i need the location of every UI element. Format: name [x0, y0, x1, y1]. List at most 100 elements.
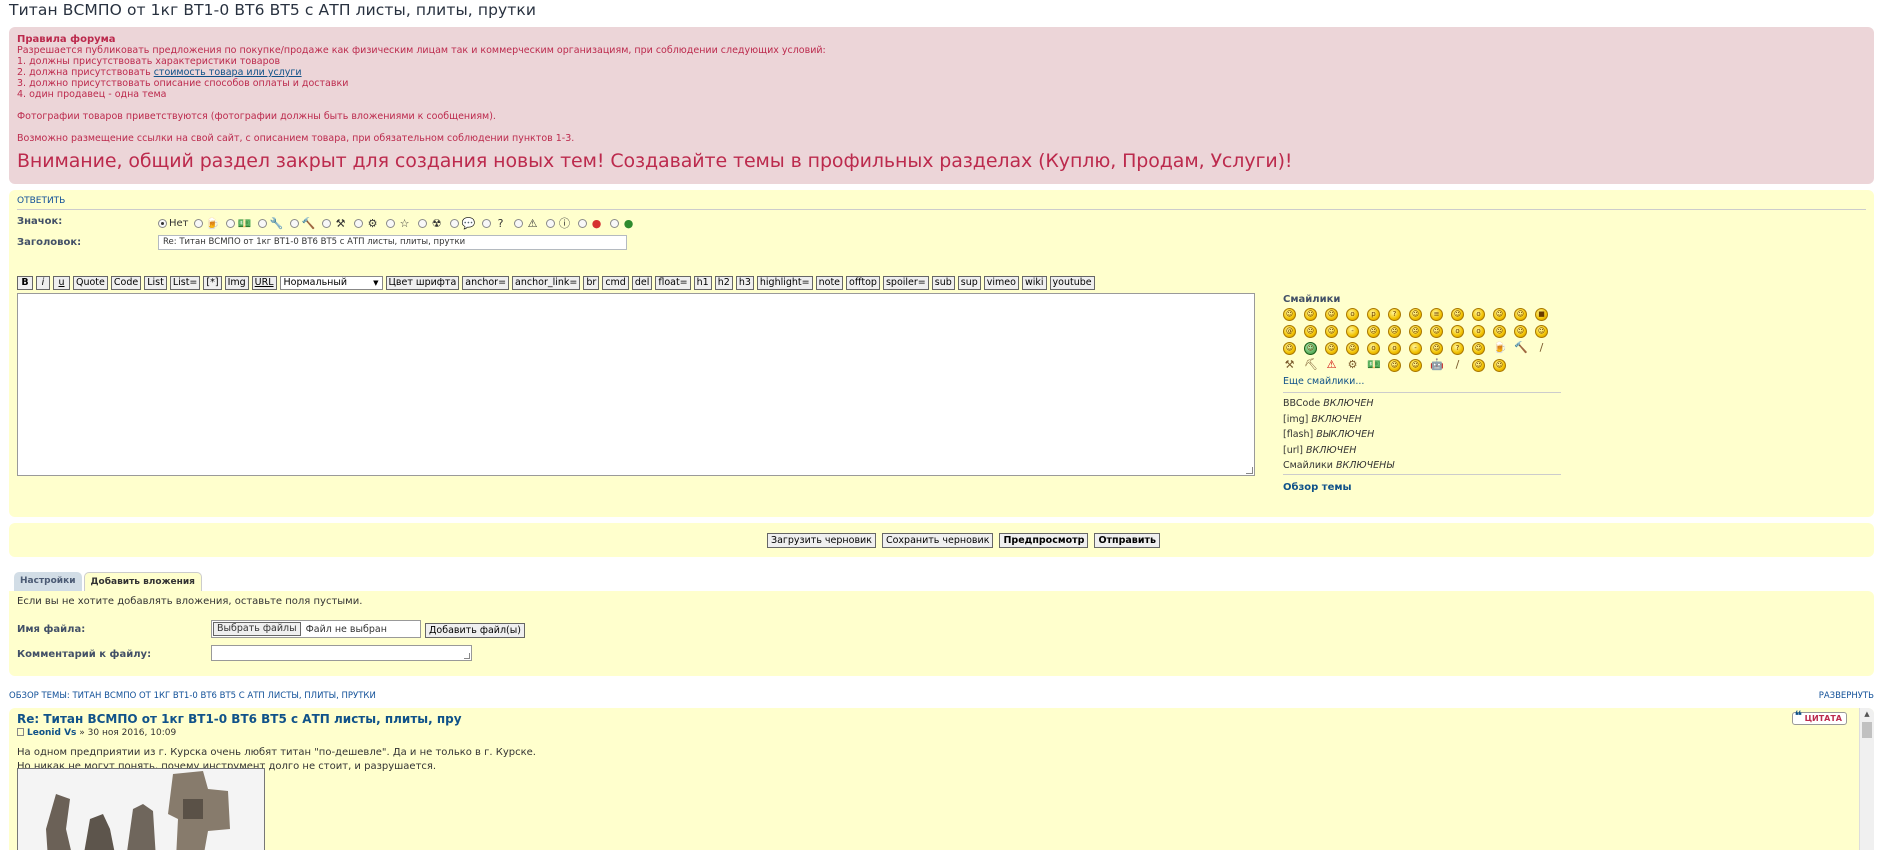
- icon-radio-1[interactable]: [193, 218, 203, 228]
- angry-icon[interactable]: ☹: [1493, 325, 1506, 338]
- h2-button[interactable]: h2: [714, 275, 733, 290]
- h1-button[interactable]: h1: [693, 275, 712, 290]
- anchor-link-button[interactable]: anchor_link=: [512, 275, 581, 290]
- tab-settings[interactable]: Настройки: [14, 572, 82, 591]
- devil-icon[interactable]: ☺: [1535, 325, 1548, 338]
- smile-icon[interactable]: ☺: [1283, 308, 1296, 321]
- subject-input[interactable]: Re: Титан ВСМПО от 1кг ВТ1-0 ВТ6 ВТ5 с А…: [158, 235, 627, 250]
- robot-icon[interactable]: 🤖: [1430, 359, 1444, 372]
- youtube-button[interactable]: youtube: [1049, 275, 1095, 290]
- italic-button[interactable]: i: [36, 275, 50, 290]
- wrench-smile-icon[interactable]: ☺: [1409, 359, 1422, 372]
- br-button[interactable]: br: [583, 275, 600, 290]
- warning-sign-icon[interactable]: ⚠: [1325, 359, 1338, 372]
- dizzy-icon[interactable]: @: [1283, 325, 1296, 338]
- choose-file-button[interactable]: Выбрать файлы: [213, 622, 301, 636]
- save-draft-button[interactable]: Сохранить черновик: [881, 533, 994, 548]
- grin-icon[interactable]: ☺: [1304, 308, 1317, 321]
- knife-icon[interactable]: /: [1451, 359, 1464, 372]
- mad-icon[interactable]: ☹: [1409, 325, 1422, 338]
- meh-icon[interactable]: -: [1409, 342, 1422, 355]
- monkey-icon[interactable]: ☺: [1472, 342, 1485, 355]
- icon-radio-3[interactable]: [257, 218, 267, 228]
- alien-icon[interactable]: ☺: [1304, 342, 1317, 355]
- vimeo-button[interactable]: vimeo: [983, 275, 1019, 290]
- file-comment-input[interactable]: [211, 645, 472, 661]
- scroll-thumb[interactable]: [1862, 722, 1872, 738]
- icon-radio-11[interactable]: [513, 218, 523, 228]
- highlight-button[interactable]: highlight=: [756, 275, 813, 290]
- sup-button[interactable]: sup: [957, 275, 981, 290]
- icon-radio-8[interactable]: [417, 218, 427, 228]
- img-button[interactable]: Img: [224, 275, 249, 290]
- tongue-icon[interactable]: p: [1367, 308, 1380, 321]
- confused-icon[interactable]: ☹: [1304, 325, 1317, 338]
- icon-radio-2[interactable]: [225, 218, 235, 228]
- icon-radio-4[interactable]: [289, 218, 299, 228]
- float-button[interactable]: float=: [655, 275, 691, 290]
- spoiler-button[interactable]: spoiler=: [882, 275, 929, 290]
- expand-link[interactable]: РАЗВЕРНУТЬ: [1819, 691, 1874, 701]
- wink-icon[interactable]: ☺: [1514, 308, 1527, 321]
- underline-button[interactable]: u: [53, 275, 70, 290]
- file-tool-icon[interactable]: /: [1535, 342, 1548, 355]
- icon-radio-14[interactable]: [609, 218, 619, 228]
- money-stack-icon[interactable]: 💵: [1367, 359, 1381, 372]
- sad-icon[interactable]: ☹: [1367, 325, 1380, 338]
- bold-button[interactable]: B: [17, 275, 33, 290]
- shy-icon[interactable]: ☺: [1409, 308, 1422, 321]
- cool-icon[interactable]: ■: [1535, 308, 1548, 321]
- shock-icon[interactable]: o: [1367, 342, 1380, 355]
- hmm-icon[interactable]: ?: [1451, 342, 1464, 355]
- surprised-icon[interactable]: o: [1346, 308, 1359, 321]
- yawn-icon[interactable]: o: [1451, 325, 1464, 338]
- list-button[interactable]: List: [144, 275, 167, 290]
- icon-radio-12[interactable]: [545, 218, 555, 228]
- cmd-button[interactable]: cmd: [602, 275, 629, 290]
- post-icon[interactable]: [17, 728, 24, 736]
- embarrassed-icon[interactable]: ☺: [1514, 325, 1527, 338]
- icon-radio-6[interactable]: [353, 218, 363, 228]
- drill-tool-icon[interactable]: ⚒: [1283, 359, 1296, 372]
- thinking-icon[interactable]: ?: [1388, 308, 1401, 321]
- del-button[interactable]: del: [631, 275, 653, 290]
- headphones-icon[interactable]: ☺: [1430, 342, 1443, 355]
- ordered-list-button[interactable]: List=: [169, 275, 201, 290]
- code-button[interactable]: Code: [110, 275, 142, 290]
- happy-icon[interactable]: ☺: [1325, 325, 1338, 338]
- add-file-button[interactable]: Добавить файл(ы): [425, 623, 525, 638]
- anchor-button[interactable]: anchor=: [462, 275, 510, 290]
- beer-smile-icon[interactable]: ☺: [1388, 359, 1401, 372]
- glasses-icon[interactable]: ☺: [1493, 359, 1506, 372]
- crazy-icon[interactable]: ☺: [1451, 308, 1464, 321]
- submit-button[interactable]: Отправить: [1094, 533, 1160, 548]
- cry-icon[interactable]: ☹: [1388, 325, 1401, 338]
- icon-radio-none[interactable]: [158, 218, 167, 228]
- smile2-icon[interactable]: ☺: [1346, 342, 1359, 355]
- font-color-button[interactable]: Цвет шрифта: [385, 275, 460, 290]
- note-button[interactable]: note: [815, 275, 844, 290]
- load-draft-button[interactable]: Загрузить черновик: [767, 533, 876, 548]
- preview-button[interactable]: Предпросмотр: [999, 533, 1089, 548]
- egghead-icon[interactable]: ☺: [1472, 359, 1485, 372]
- topic-review-link[interactable]: Обзор темы: [1283, 482, 1561, 493]
- quote-button[interactable]: Quote: [73, 275, 108, 290]
- neutral-icon[interactable]: -: [1346, 325, 1359, 338]
- pick-tool-icon[interactable]: ⛏: [1304, 359, 1318, 372]
- scared-icon[interactable]: o: [1472, 308, 1485, 321]
- review-scrollbar[interactable]: ▲: [1859, 708, 1874, 850]
- smirk-icon[interactable]: ☺: [1430, 325, 1443, 338]
- lathe-icon[interactable]: ⚙: [1346, 359, 1359, 372]
- tab-attachments[interactable]: Добавить вложения: [83, 572, 202, 591]
- quote-post-button[interactable]: ❝ ЦИТАТА: [1791, 710, 1847, 725]
- clap-icon[interactable]: ☺: [1493, 308, 1506, 321]
- evil-icon[interactable]: ☺: [1283, 342, 1296, 355]
- hammer-tool-icon[interactable]: 🔨: [1514, 342, 1528, 355]
- url-button[interactable]: URL: [251, 275, 277, 290]
- icon-radio-5[interactable]: [321, 218, 331, 228]
- beer-mug-icon[interactable]: 🍺: [1493, 342, 1507, 355]
- offtop-button[interactable]: offtop: [846, 275, 880, 290]
- post-attachment-image[interactable]: [17, 768, 265, 850]
- nerd-icon[interactable]: ☺: [1325, 342, 1338, 355]
- whistle-icon[interactable]: o: [1472, 325, 1485, 338]
